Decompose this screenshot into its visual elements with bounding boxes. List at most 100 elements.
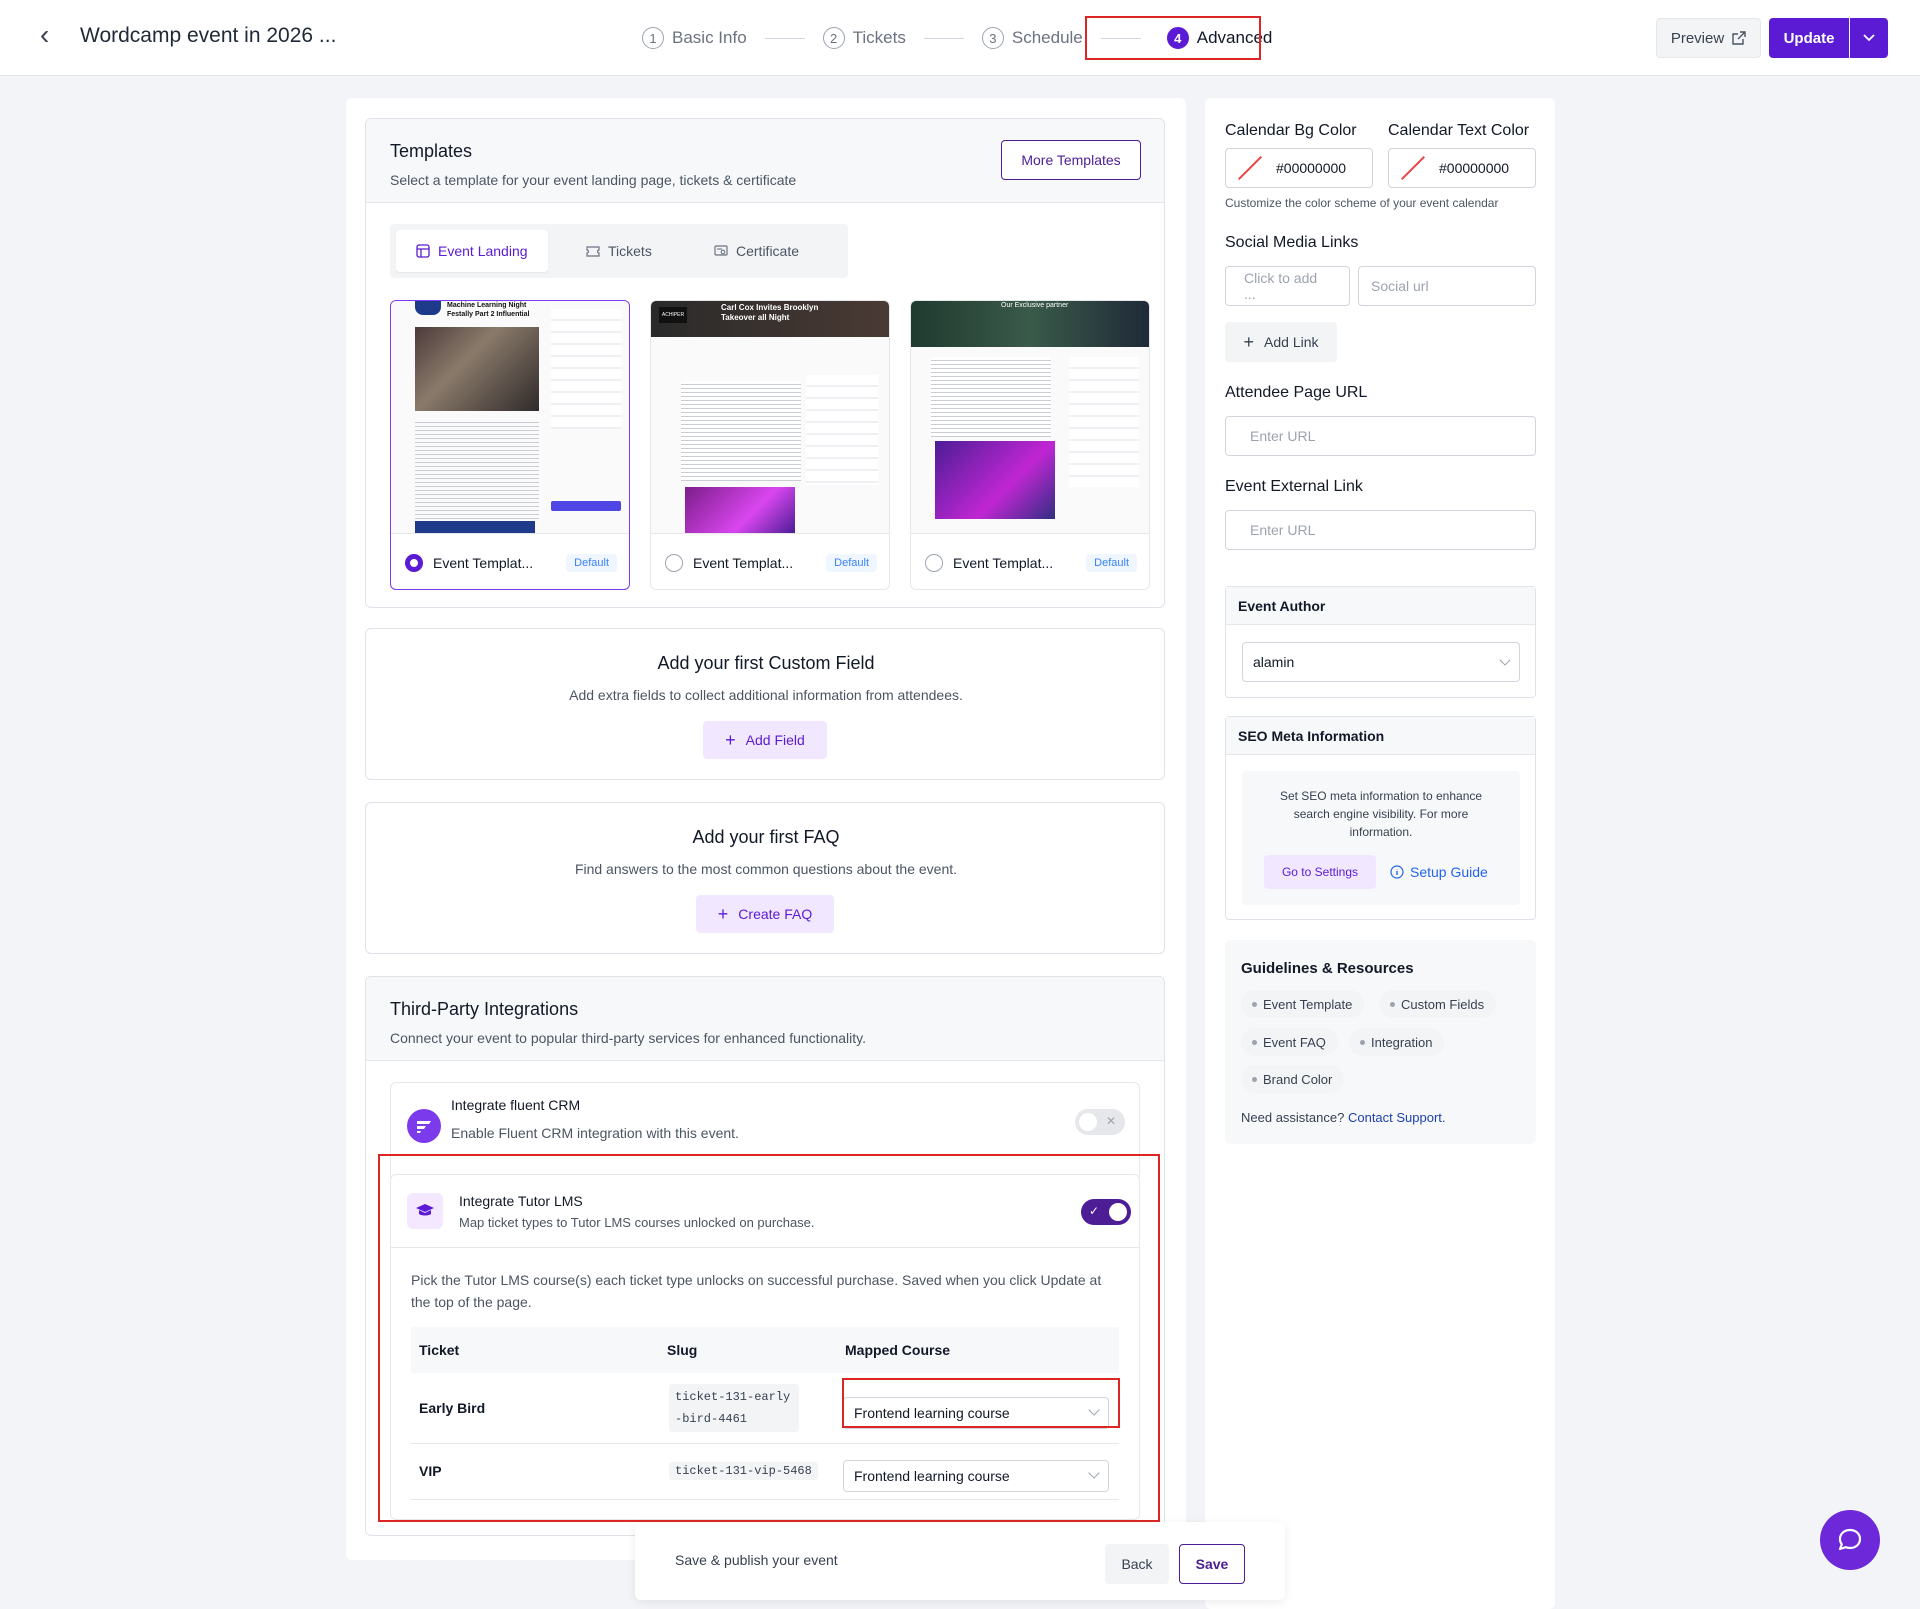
chevron-down-icon — [1088, 1404, 1100, 1416]
x-icon: ✕ — [1105, 1114, 1116, 1128]
back-button[interactable]: Back — [1105, 1544, 1169, 1584]
chip-event-template[interactable]: Event Template — [1241, 990, 1365, 1018]
template-thumbnail: Machine Learning Night Festally Part 2 I… — [391, 301, 629, 533]
faq-subtitle: Find answers to the most common question… — [574, 861, 958, 877]
template-card[interactable]: Our Exclusive partner Event Templat... D… — [910, 300, 1150, 590]
guidelines-title: Guidelines & Resources — [1241, 960, 1414, 977]
tab-certificate[interactable]: Certificate — [694, 230, 819, 272]
ticket-icon — [586, 246, 600, 257]
template-radio[interactable] — [925, 553, 943, 572]
event-author-box: Event Author alamin — [1225, 586, 1536, 698]
stepper: 1 Basic Info 2 Tickets 3 Schedule 4 Advanced — [638, 16, 1284, 60]
calendar-bg-color-input[interactable]: #00000000 — [1225, 148, 1373, 188]
templates-card: Templates Select a template for your eve… — [365, 118, 1165, 608]
add-link-button[interactable]: + Add Link — [1225, 322, 1337, 362]
integrations-title: Third-Party Integrations — [390, 999, 579, 1019]
graduation-cap-icon — [416, 1204, 434, 1216]
chat-support-button[interactable] — [1820, 1510, 1880, 1570]
event-author-select[interactable]: alamin — [1242, 642, 1520, 682]
integrations-subtitle: Connect your event to popular third-part… — [390, 1030, 866, 1046]
guidelines-panel: Guidelines & Resources Event Template Cu… — [1225, 940, 1536, 1144]
info-icon — [1390, 865, 1404, 879]
calendar-text-color-input[interactable]: #00000000 — [1388, 148, 1536, 188]
plus-icon: + — [717, 903, 729, 924]
back-arrow-icon[interactable]: ‹ — [40, 21, 64, 49]
create-faq-button[interactable]: + Create FAQ — [696, 895, 834, 933]
tutor-lms-description: Pick the Tutor LMS course(s) each ticket… — [411, 1272, 1102, 1310]
more-templates-button[interactable]: More Templates — [1001, 140, 1141, 180]
tab-event-landing[interactable]: Event Landing — [396, 230, 548, 272]
chevron-down-icon — [1088, 1467, 1100, 1479]
calendar-help-text: Customize the color scheme of your event… — [1225, 196, 1499, 210]
tutor-lms-subtitle: Map ticket types to Tutor LMS courses un… — [459, 1215, 815, 1230]
tutor-lms-toggle[interactable]: ✓ — [1081, 1199, 1131, 1225]
social-name-input[interactable]: Click to add ... — [1225, 266, 1350, 306]
save-button[interactable]: Save — [1179, 1544, 1245, 1584]
go-to-settings-button[interactable]: Go to Settings — [1264, 855, 1376, 889]
fluent-crm-icon — [417, 1121, 431, 1133]
chip-brand-color[interactable]: Brand Color — [1241, 1065, 1345, 1093]
custom-field-subtitle: Add extra fields to collect additional i… — [569, 687, 963, 703]
plus-icon: + — [725, 729, 736, 750]
tutor-lms-integration: Integrate Tutor LMS Map ticket types to … — [390, 1174, 1140, 1520]
social-url-input[interactable]: Social url — [1358, 266, 1536, 306]
step-tickets[interactable]: 2 Tickets — [819, 27, 910, 49]
add-field-button[interactable]: + Add Field — [703, 721, 827, 759]
ticket-slug: ticket-131-vip-5468 — [669, 1462, 818, 1480]
chip-event-faq[interactable]: Event FAQ — [1241, 1028, 1338, 1056]
fluent-crm-subtitle: Enable Fluent CRM integration with this … — [451, 1125, 739, 1141]
mapped-course-select[interactable]: Frontend learning course — [843, 1460, 1109, 1492]
event-author-title: Event Author — [1226, 587, 1535, 625]
template-footer: Event Templat... Default — [391, 533, 629, 589]
ticket-slug: ticket-131-early-bird-4461 — [669, 1383, 799, 1432]
seo-meta-title: SEO Meta Information — [1226, 717, 1535, 755]
social-media-label: Social Media Links — [1225, 234, 1359, 251]
fluent-crm-integration: Integrate fluent CRM Enable Fluent CRM i… — [390, 1082, 1140, 1182]
fluent-crm-toggle[interactable]: ✕ — [1075, 1109, 1125, 1135]
template-thumbnail: ACHIPER Carl Cox Invites Brooklyn Takeov… — [651, 301, 889, 533]
default-badge: Default — [566, 553, 617, 572]
attendee-url-input[interactable]: Enter URL — [1225, 416, 1536, 456]
chevron-down-icon — [1499, 654, 1511, 666]
tutor-lms-logo — [407, 1193, 443, 1229]
chip-custom-fields[interactable]: Custom Fields — [1379, 990, 1497, 1018]
step-schedule[interactable]: 3 Schedule — [978, 27, 1087, 49]
color-swatch[interactable] — [1399, 154, 1427, 182]
tab-tickets[interactable]: Tickets — [566, 230, 672, 272]
chevron-down-icon — [1863, 34, 1875, 42]
faq-title: Add your first FAQ — [692, 827, 840, 847]
integrations-header: Third-Party Integrations Connect your ev… — [366, 977, 1164, 1061]
fluent-crm-logo — [407, 1109, 441, 1143]
seo-meta-box: SEO Meta Information Set SEO meta inform… — [1225, 716, 1536, 920]
ticket-slug-cell: ticket-131-vip-5468 — [659, 1443, 837, 1499]
external-link-input[interactable]: Enter URL — [1225, 510, 1536, 550]
setup-guide-link[interactable]: Setup Guide — [1390, 855, 1488, 889]
main-panel: Templates Select a template for your eve… — [346, 98, 1186, 1560]
step-basic-info[interactable]: 1 Basic Info — [638, 27, 751, 49]
seo-inner-panel: Set SEO meta information to enhance sear… — [1242, 771, 1520, 905]
calendar-text-label: Calendar Text Color — [1388, 122, 1530, 139]
check-icon: ✓ — [1089, 1204, 1100, 1218]
default-badge: Default — [1086, 553, 1137, 572]
color-swatch[interactable] — [1236, 154, 1264, 182]
integrations-card: Third-Party Integrations Connect your ev… — [365, 976, 1165, 1536]
column-slug: Slug — [667, 1342, 698, 1358]
ticket-name: VIP — [419, 1463, 442, 1479]
template-radio[interactable] — [665, 553, 683, 572]
template-card[interactable]: ACHIPER Carl Cox Invites Brooklyn Takeov… — [650, 300, 890, 590]
contact-support-link[interactable]: Contact Support. — [1348, 1110, 1446, 1125]
template-radio[interactable] — [405, 553, 423, 572]
faq-card: Add your first FAQ Find answers to the m… — [365, 802, 1165, 954]
preview-button[interactable]: Preview — [1656, 18, 1761, 58]
template-card[interactable]: Machine Learning Night Festally Part 2 I… — [390, 300, 630, 590]
certificate-icon — [714, 245, 728, 256]
update-dropdown-button[interactable] — [1850, 18, 1888, 58]
mapped-course-select[interactable]: Frontend learning course — [843, 1397, 1109, 1429]
tutor-lms-title: Integrate Tutor LMS — [459, 1193, 583, 1209]
step-divider — [764, 37, 805, 39]
chip-integration[interactable]: Integration — [1349, 1028, 1445, 1056]
template-thumbnail: Our Exclusive partner — [911, 301, 1149, 533]
update-button[interactable]: Update — [1769, 18, 1849, 58]
top-bar: ‹ Wordcamp event in 2026 ... 1 Basic Info… — [0, 0, 1920, 76]
step-advanced[interactable]: 4 Advanced — [1155, 27, 1285, 49]
